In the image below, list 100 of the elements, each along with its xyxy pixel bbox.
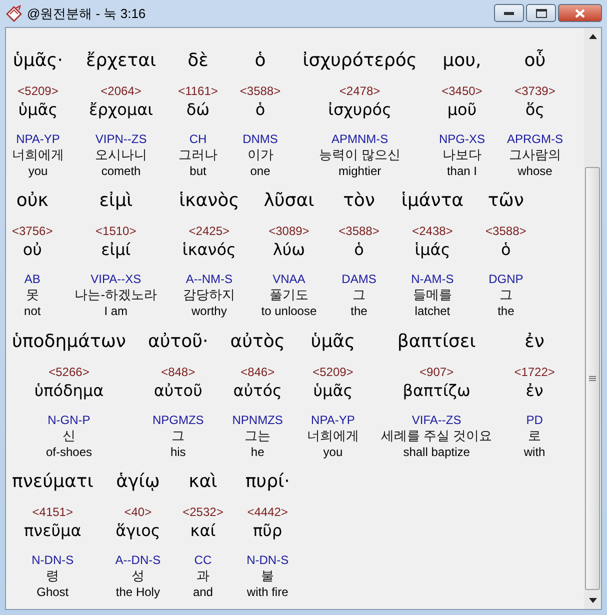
strong-number[interactable]: <2532> [182, 504, 224, 519]
morphology-code: NPG-XS [438, 132, 485, 146]
greek-word: αὐτοῦ· [148, 330, 208, 354]
english-gloss: the [498, 304, 514, 318]
strong-number[interactable]: <3450> [442, 84, 482, 98]
strong-number[interactable]: <3756> [12, 224, 53, 238]
morphology-code: DGNP [488, 272, 524, 286]
english-gloss: and [192, 584, 213, 599]
scroll-down-icon[interactable] [588, 598, 596, 603]
korean-gloss: 감당하지 [183, 286, 236, 304]
morphology-code: VIPA--XS [90, 272, 142, 286]
morphology-code: N-GN-P [48, 412, 90, 426]
morphology-code: CH [189, 132, 207, 146]
korean-gloss: 못 [26, 286, 39, 304]
korean-gloss: 이가 [247, 146, 274, 164]
greek-word: ἔρχεται [86, 49, 156, 73]
korean-gloss: 신 [62, 426, 76, 444]
strong-number[interactable]: <5209> [312, 364, 354, 378]
greek-word: ἐν [524, 330, 544, 354]
close-button[interactable] [558, 4, 602, 22]
korean-gloss: 로 [528, 426, 542, 444]
lemma-word: πνεῦμα [24, 520, 82, 542]
morphology-code: CC [194, 552, 212, 567]
english-gloss: mightier [338, 164, 382, 178]
minimize-button[interactable] [494, 4, 524, 22]
english-gloss: but [190, 164, 206, 178]
scroll-up-icon[interactable] [588, 34, 596, 39]
morphology-code: NPA-YP [311, 412, 355, 426]
lemma-word: ὁ [354, 239, 364, 262]
strong-number[interactable]: <2438> [412, 224, 453, 238]
lemma-word: ὑμᾶς [18, 99, 58, 121]
korean-gloss: 그 [499, 286, 512, 304]
english-gloss: shall baptize [403, 444, 470, 458]
greek-word: ἰσχυρότερός [302, 49, 417, 73]
lemma-word: ὑμᾶς [313, 380, 353, 402]
lemma-word: ὁ [501, 239, 511, 262]
strong-number[interactable]: <2425> [188, 224, 230, 238]
strong-number[interactable]: <3739> [514, 84, 556, 98]
morphology-code: PD [526, 412, 543, 426]
greek-word: βαπτίσει [397, 330, 476, 354]
morphology-code: NPA-YP [16, 132, 60, 146]
korean-gloss: 능력이 많으신 [318, 146, 401, 164]
strong-number[interactable]: <2478> [339, 84, 380, 98]
korean-gloss: 그러나 [178, 146, 218, 164]
morphology-code: DAMS [342, 272, 376, 286]
morphology-code: A--DN-S [115, 552, 161, 567]
korean-gloss: 령 [46, 566, 60, 585]
english-gloss: to unloose [261, 304, 317, 318]
strong-number[interactable]: <846> [240, 364, 275, 378]
greek-word: τῶν [488, 189, 524, 214]
greek-word: πνεύματι [12, 470, 94, 494]
strong-number[interactable]: <3588> [240, 84, 281, 98]
morphology-code: AB [24, 272, 40, 286]
strong-number[interactable]: <848> [161, 364, 196, 378]
strong-number[interactable]: <3588> [338, 224, 380, 238]
strong-number[interactable]: <4442> [247, 504, 288, 519]
korean-gloss: 성 [131, 566, 144, 585]
maximize-button[interactable] [526, 4, 556, 22]
greek-word: εἰμὶ [99, 189, 133, 214]
korean-gloss: 그 [352, 286, 366, 304]
strong-number[interactable]: <5266> [48, 364, 90, 378]
english-gloss: with [524, 444, 546, 458]
maximize-icon [536, 8, 546, 18]
english-gloss: he [250, 444, 264, 458]
greek-word: αὐτὸς [230, 330, 285, 354]
strong-number[interactable]: <1722> [514, 364, 555, 378]
strong-number[interactable]: <3588> [486, 224, 526, 238]
morphology-code: APMNM-S [331, 132, 388, 146]
english-gloss: Ghost [36, 584, 69, 599]
greek-word: ἱκανὸς [179, 189, 240, 214]
greek-word: δὲ [188, 49, 208, 73]
morphology-code: N-DN-S [32, 552, 74, 567]
korean-gloss: 그는 [244, 426, 271, 444]
lemma-word: πῦρ [253, 520, 282, 542]
scrollbar[interactable] [584, 28, 601, 609]
greek-word: μου, [442, 49, 482, 73]
korean-gloss: 불 [261, 566, 274, 585]
english-gloss: the [350, 304, 368, 318]
strong-number[interactable]: <2064> [100, 84, 142, 98]
strong-number[interactable]: <4151> [32, 504, 73, 519]
strong-number[interactable]: <5209> [18, 84, 58, 98]
lemma-word: ἱμάς [414, 239, 450, 262]
lemma-word: ἔρχομαι [89, 99, 154, 121]
morphology-code: APRGM-S [506, 132, 563, 146]
strong-number[interactable]: <907> [420, 364, 454, 378]
lemma-word: αὐτοῦ [154, 380, 202, 402]
morphology-code: NPGMZS [152, 412, 204, 426]
greek-word: ὁ [254, 49, 266, 73]
strong-number[interactable]: <40> [124, 504, 152, 519]
strong-number[interactable]: <3089> [268, 224, 310, 238]
lemma-word: ἅγιος [116, 520, 160, 542]
english-gloss: latchet [414, 304, 450, 318]
english-gloss: of-shoes [46, 444, 92, 458]
greek-word: ὑμᾶς· [12, 49, 64, 73]
morphology-code: N-AM-S [411, 272, 454, 286]
scroll-thumb[interactable] [585, 167, 600, 590]
korean-gloss: 과 [196, 566, 210, 585]
strong-number[interactable]: <1510> [96, 224, 136, 238]
strong-number[interactable]: <1161> [178, 84, 218, 98]
lemma-word: οὐ [22, 239, 42, 262]
